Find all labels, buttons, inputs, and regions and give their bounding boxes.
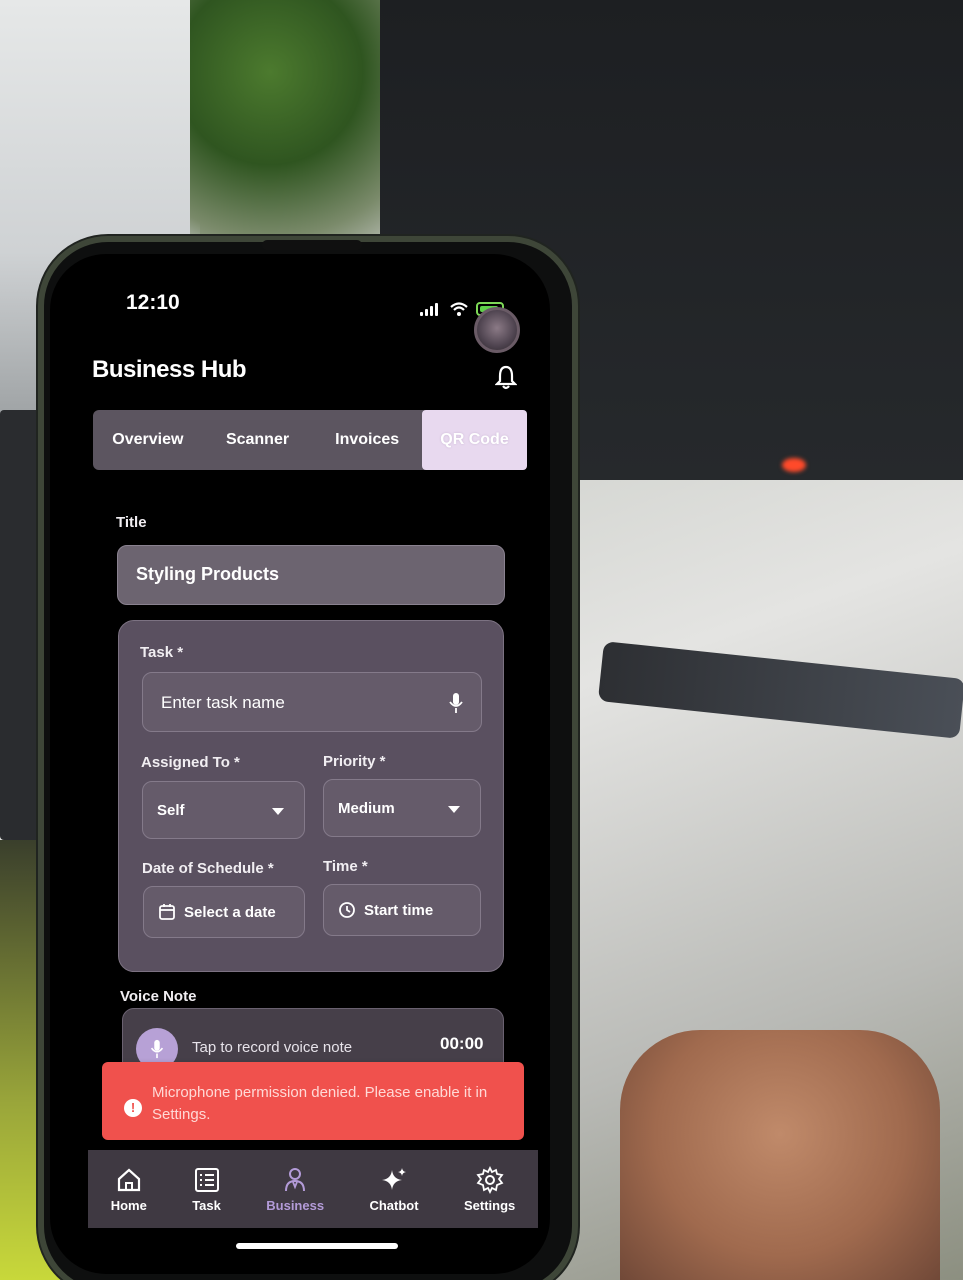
background-cable [597,641,963,739]
task-input[interactable]: Enter task name [142,672,482,732]
bell-icon[interactable] [495,364,517,390]
date-placeholder: Select a date [184,903,276,921]
voice-note-timer: 00:00 [440,1034,484,1053]
nav-chatbot[interactable]: Chatbot [369,1166,419,1213]
priority-value: Medium [338,800,395,817]
nav-settings[interactable]: Settings [463,1165,516,1213]
mic-icon [150,1039,164,1059]
home-indicator[interactable] [236,1243,398,1249]
nav-task[interactable]: Task [192,1166,221,1213]
title-label: Title [116,514,147,531]
business-person-icon [285,1167,306,1191]
background-hand [620,1030,940,1280]
chevron-down-icon [272,808,284,815]
tab-overview[interactable]: Overview [93,410,203,470]
nav-business-label: Business [266,1197,325,1213]
tab-invoices[interactable]: Invoices [312,410,422,470]
avatar[interactable] [474,307,520,353]
task-list-icon [194,1167,219,1192]
background-led [782,458,806,472]
time-picker[interactable]: Start time [323,884,481,936]
nav-settings-label: Settings [463,1197,516,1213]
priority-label: Priority * [323,753,386,770]
task-placeholder: Enter task name [161,693,285,712]
time-label: Time * [323,858,368,875]
error-message: Microphone permission denied. Please ena… [152,1084,488,1123]
time-placeholder: Start time [364,901,434,919]
title-field[interactable]: Styling Products [117,545,505,605]
bottom-nav: Home Task Business Chatbot Settings [88,1150,538,1228]
gear-icon [476,1165,504,1194]
voice-note-label: Voice Note [120,988,197,1005]
status-time: 12:10 [126,291,180,314]
mic-icon[interactable] [449,692,463,714]
nav-task-label: Task [192,1197,221,1213]
voice-note-prompt: Tap to record voice note [192,1039,353,1056]
assigned-label: Assigned To * [141,754,240,771]
tab-scanner[interactable]: Scanner [203,410,313,470]
date-label: Date of Schedule * [142,860,274,877]
chevron-down-icon [448,806,460,813]
assigned-select[interactable]: Self [142,781,305,839]
sparkle-icon [382,1167,407,1190]
calendar-icon [159,904,175,920]
priority-select[interactable]: Medium [323,779,481,837]
assigned-value: Self [157,802,185,819]
nav-home-label: Home [110,1197,147,1213]
nav-business[interactable]: Business [266,1166,324,1213]
date-picker[interactable]: Select a date [143,886,305,938]
signal-icon [420,302,442,316]
background-plant [190,0,390,240]
task-label: Task * [140,644,184,661]
nav-home[interactable]: Home [111,1166,147,1213]
wifi-icon [450,302,468,316]
tab-qr-code[interactable]: QR Code [422,410,528,470]
alert-icon: ! [124,1099,142,1117]
clock-icon [339,902,355,918]
phone-notch [262,240,362,250]
tab-bar: Overview Scanner Invoices QR Code [93,410,528,470]
home-icon [117,1168,140,1191]
page-title: Business Hub [92,356,247,383]
nav-chatbot-label: Chatbot [369,1197,419,1213]
